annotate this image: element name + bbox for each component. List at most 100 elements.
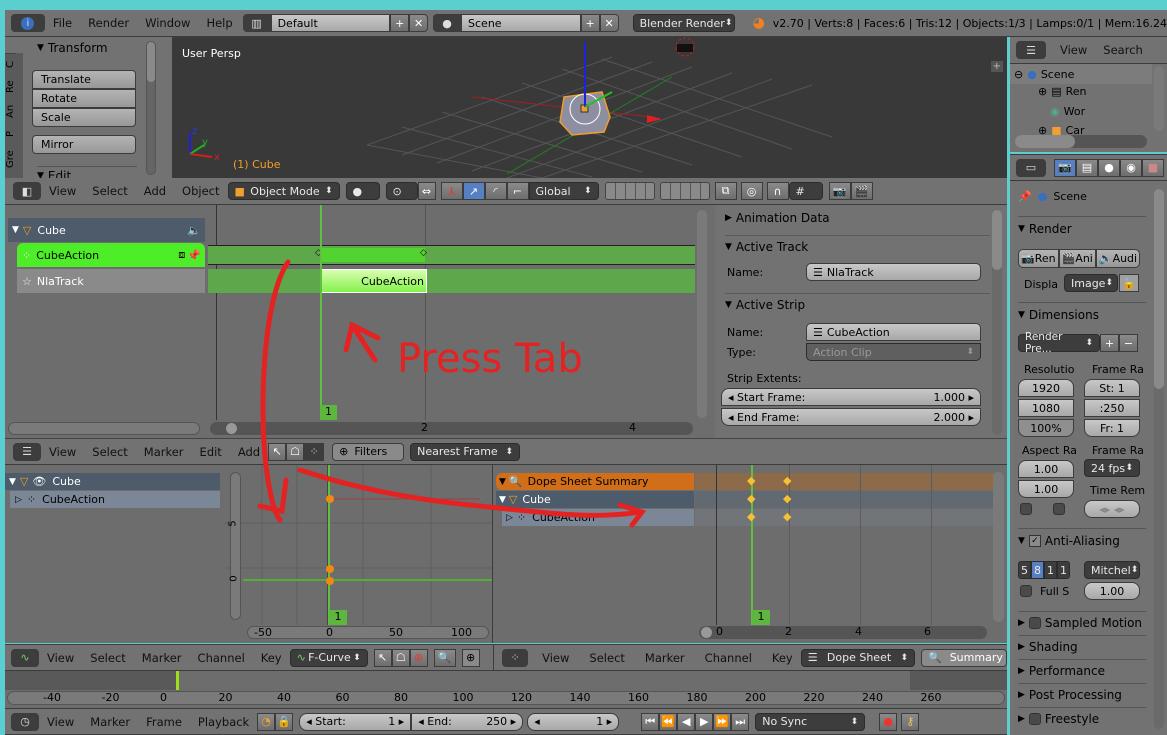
3d-viewport[interactable]: User Persp z y x (1) Cube + (172, 37, 1007, 178)
menu-playback[interactable]: Playback (198, 715, 249, 729)
value-scrollbar[interactable]: 5 0 (228, 472, 241, 620)
editor-type-timeline-button[interactable]: ◷ (11, 712, 39, 731)
crop-checkbox[interactable] (1053, 503, 1065, 515)
editor-type-properties-button[interactable]: ▭ (1016, 158, 1046, 177)
editor-type-dopesheet-button[interactable]: ⁘ (502, 648, 529, 667)
keyframe-cube-2[interactable]: ◆ (783, 492, 791, 505)
current-frame-badge[interactable]: 1 (752, 610, 770, 625)
animation-data-header[interactable]: ▶ Animation Data (725, 211, 830, 225)
triangle-down-icon[interactable]: ▼ (499, 477, 506, 487)
strip-name-field[interactable]: ☰ CubeAction (806, 323, 981, 341)
add-region-icon[interactable]: + (990, 61, 1003, 72)
keyframe-action-1[interactable]: ◆ (747, 510, 755, 523)
outliner-hscrollbar[interactable] (1015, 135, 1147, 148)
layer-buttons-1[interactable] (604, 182, 655, 200)
scale-manip-button[interactable]: ⌐ (506, 182, 529, 200)
menu-window[interactable]: Window (145, 16, 190, 30)
tab-render-layers[interactable]: ▤ (1076, 158, 1098, 177)
add-layout-button[interactable]: + (390, 14, 410, 32)
remove-preset-button[interactable]: − (1119, 334, 1138, 352)
mode-select[interactable]: ■ Object Mode ⬍ (227, 182, 340, 200)
editor-type-nla-button[interactable]: ☰ (13, 442, 41, 461)
end-frame-field[interactable]: ◂ End: 250 ▸ (411, 712, 524, 731)
properties-scrollbar[interactable] (1154, 189, 1164, 729)
sampled-motion-panel-header[interactable]: ▶ Sampled Motion (1018, 611, 1146, 630)
current-frame-line[interactable] (751, 465, 753, 625)
manipulator-toggle[interactable]: ⇔ (417, 182, 436, 200)
menu-channel[interactable]: Channel (198, 651, 245, 665)
menu-add[interactable]: Add (238, 445, 260, 459)
play-button[interactable]: ▶ (695, 712, 714, 731)
scroll-handle[interactable] (226, 423, 237, 434)
tab-re[interactable]: Re (5, 75, 16, 99)
current-frame-badge[interactable]: 1 (320, 405, 337, 420)
sampled-motion-checkbox[interactable] (1028, 617, 1041, 629)
render-animation-button[interactable]: 🎬Ani (1058, 249, 1096, 268)
star-icon[interactable]: ☆ (22, 275, 32, 288)
fcurve-keyframe[interactable] (326, 565, 334, 573)
dimensions-panel-header[interactable]: ▼ Dimensions (1018, 302, 1146, 322)
editor-type-info-button[interactable]: i (11, 14, 45, 32)
keyframe-summary-2[interactable]: ◆ (783, 474, 791, 487)
only-errors-button[interactable]: ⊛ (409, 648, 428, 667)
render-presets-select[interactable]: Render Pre... ⬍ (1018, 331, 1100, 355)
menu-select[interactable]: Select (92, 445, 127, 459)
fcurve-keyframe[interactable] (326, 495, 334, 503)
transform-panel-header[interactable]: ▼ Transform (37, 41, 108, 55)
resolution-percentage-field[interactable]: 100% (1018, 419, 1074, 437)
triangle-right-icon[interactable]: ▷ (15, 495, 22, 505)
graph-channel-cubeaction[interactable]: ▷ ⁘ CubeAction (10, 491, 220, 508)
frame-end-field[interactable]: :250 (1084, 399, 1140, 417)
end-frame-field[interactable]: ◂ End Frame: 2.000 ▸ (721, 408, 981, 426)
menu-channel[interactable]: Channel (705, 651, 752, 665)
menu-marker[interactable]: Marker (645, 651, 685, 665)
editor-type-graph-button[interactable]: ∿ (11, 648, 39, 667)
graph-mode-select[interactable]: ∿ F-Curve ⬍ (289, 648, 368, 667)
nla-channel-cube[interactable]: ▼ ▽ Cube 🔈 (8, 218, 205, 242)
menu-file[interactable]: File (53, 16, 72, 30)
menu-select[interactable]: Select (92, 184, 127, 198)
outliner-item-world[interactable]: ◉ Wor (1050, 105, 1085, 118)
menu-view[interactable]: View (47, 651, 74, 665)
render-image-button[interactable]: 📷Ren (1018, 249, 1059, 268)
action-keyframe-2[interactable]: ◇ (420, 248, 427, 258)
scroll-handle[interactable] (701, 627, 712, 638)
layer-buttons-2[interactable] (659, 182, 710, 200)
only-selected-button[interactable]: ↖ (268, 442, 287, 461)
timeline[interactable]: -40 -20 0 20 40 60 80 100 120 140 160 180 200 220 240 2… (5, 671, 1007, 708)
layout-name-field[interactable]: Default (270, 14, 391, 32)
tab-c[interactable]: C (5, 53, 16, 75)
time-remap-fields[interactable]: ◂▸ ◂▸ (1084, 500, 1140, 518)
jump-next-key-button[interactable]: ⏩ (713, 712, 732, 731)
frame-step-field[interactable]: Fr: 1 (1084, 419, 1140, 437)
post-processing-panel-header[interactable]: ▶ Post Processing (1018, 683, 1146, 702)
menu-view[interactable]: View (542, 651, 569, 665)
display-select[interactable]: Image ⬍ (1064, 274, 1118, 292)
fps-select[interactable]: 24 fps ⬍ (1084, 459, 1140, 477)
x-manipulator[interactable] (647, 115, 662, 123)
snap-mode-select[interactable]: Nearest Frame ⬍ (410, 442, 521, 461)
track-name-field[interactable]: ☰ NlaTrack (806, 263, 981, 281)
ds-keyframe-area[interactable]: ◆ ◆ ◆ ◆ ◆ ◆ 1 0 2 4 6 (695, 465, 995, 643)
timeline-scrollbar[interactable]: -40 -20 0 20 40 60 80 100 120 140 160 180 200 220 240 2… (7, 691, 1005, 705)
tab-tools-active[interactable] (5, 37, 23, 53)
graph-area[interactable]: 5 0 1 -50 0 50 100 (225, 465, 492, 643)
camera-object[interactable] (675, 37, 695, 57)
resolution-y-field[interactable]: 1080 (1018, 399, 1074, 417)
active-track-header[interactable]: ▼ Active Track (725, 235, 990, 254)
tab-p[interactable]: P (5, 123, 16, 145)
include-missing-nla-button[interactable]: ⁘ (304, 442, 325, 461)
fcurve-keyframe[interactable] (326, 577, 334, 585)
menu-view[interactable]: View (1060, 43, 1087, 57)
menu-view[interactable]: View (47, 715, 74, 729)
start-frame-field[interactable]: ◂ Start: 1 ▸ (299, 712, 412, 731)
keyframe-cube-1[interactable]: ◆ (747, 492, 755, 505)
menu-select[interactable]: Select (589, 651, 624, 665)
menu-object[interactable]: Object (182, 184, 219, 198)
dopesheet-mode-select[interactable]: ☰ Dope Sheet ⬍ (800, 648, 915, 667)
current-frame-line[interactable] (320, 205, 322, 420)
add-scene-button[interactable]: + (580, 14, 600, 32)
current-frame-badge[interactable]: 1 (329, 610, 347, 625)
lock-time-button[interactable]: 🔒 (275, 712, 294, 731)
filters-expand-button[interactable]: ⊕ (461, 648, 480, 667)
